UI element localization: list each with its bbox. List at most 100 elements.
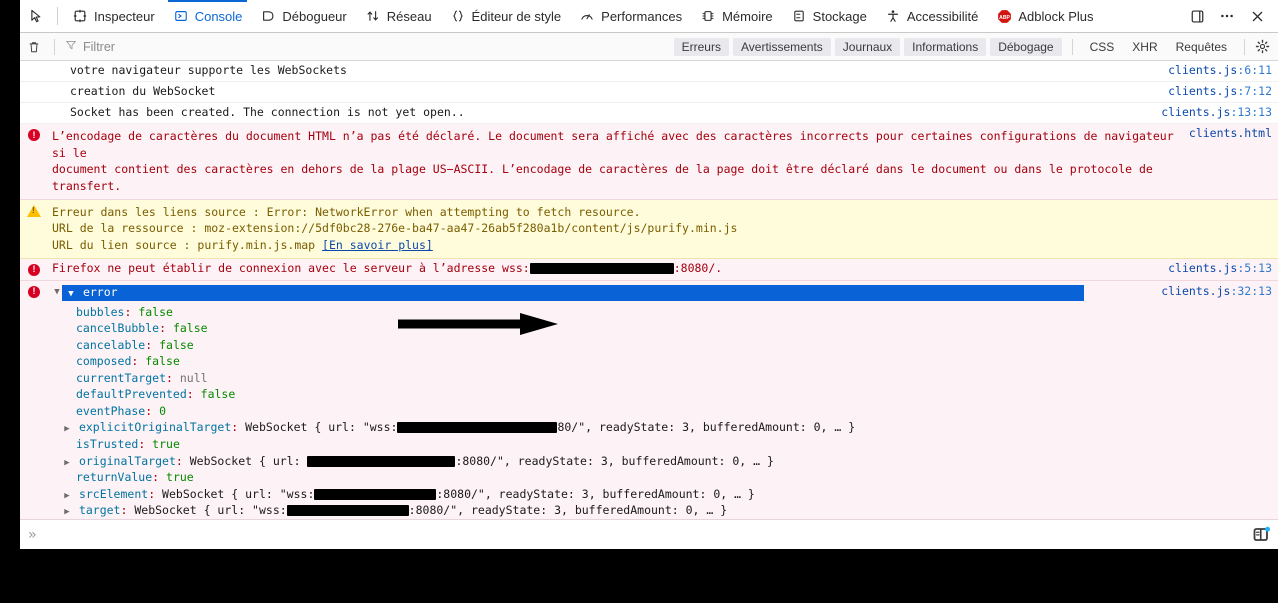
- tab-console[interactable]: Console: [164, 0, 252, 33]
- prompt-chevron-icon: »: [28, 526, 37, 543]
- tab-label: Réseau: [386, 8, 432, 24]
- tab-stockage[interactable]: Stockage: [782, 0, 876, 33]
- tab-accessibilite[interactable]: Accessibilité: [876, 0, 988, 33]
- property-name: composed: [76, 354, 132, 369]
- console-message: Firefox ne peut établir de connexion ave…: [48, 260, 1168, 275]
- gear-icon[interactable]: [1255, 39, 1272, 54]
- object-title-selected[interactable]: ▼ error: [62, 284, 1084, 302]
- filter-informations[interactable]: Informations: [904, 37, 987, 56]
- tab-memoire[interactable]: Mémoire: [691, 0, 782, 33]
- tab-editeur-de-style[interactable]: Éditeur de style: [441, 0, 571, 33]
- chevron-right-icon[interactable]: ▶: [62, 491, 72, 502]
- chevron-down-icon[interactable]: ▼: [52, 288, 62, 297]
- console-row-error-object[interactable]: ! ▼ ▼ error bubbles: false cancelBubble:…: [0, 280, 1278, 519]
- chevron-right-icon[interactable]: ▶: [62, 458, 72, 469]
- object-header[interactable]: ▼ ▼ error: [52, 284, 1161, 302]
- property-name: bubbles: [76, 304, 125, 319]
- message-text: Firefox ne peut établir de connexion ave…: [52, 260, 530, 275]
- source-link[interactable]: clients.js:5:13: [1168, 260, 1278, 275]
- filter-funnel-icon: [65, 38, 77, 56]
- property-row[interactable]: ▶ srcElement: WebSocket { url: "wss::808…: [62, 486, 1161, 503]
- filter-avertissements[interactable]: Avertissements: [732, 37, 831, 56]
- source-link[interactable]: clients.js:7:12: [1168, 85, 1278, 98]
- console-row-log[interactable]: creation du WebSocket clients.js:7:12: [0, 82, 1278, 103]
- property-value: true: [166, 470, 194, 485]
- console-row-error[interactable]: ! L’encodage de caractères du document H…: [0, 124, 1278, 200]
- learn-more-link[interactable]: [En savoir plus]: [322, 238, 433, 252]
- source-file: clients.html: [1188, 126, 1272, 140]
- property-name: eventPhase: [76, 403, 146, 418]
- property-value: false: [200, 387, 236, 402]
- source-file: clients.js: [1161, 283, 1231, 298]
- filter-erreurs[interactable]: Erreurs: [673, 37, 729, 56]
- console-row-log[interactable]: Socket has been created. The connection …: [0, 103, 1278, 124]
- tab-performances[interactable]: Performances: [570, 0, 691, 33]
- chevron-right-icon[interactable]: ▶: [62, 424, 72, 435]
- filterbar-divider-3: [1244, 38, 1245, 55]
- warning-icon: [27, 204, 41, 217]
- inspector-icon: [72, 8, 88, 24]
- console-message: votre navigateur supporte les WebSockets: [70, 63, 347, 77]
- console-output[interactable]: votre navigateur supporte les WebSockets…: [0, 61, 1278, 519]
- message-line: Erreur dans les liens source : Error: Ne…: [52, 204, 641, 219]
- filter-css[interactable]: CSS: [1083, 38, 1122, 56]
- trash-icon[interactable]: [20, 36, 48, 58]
- property-value: null: [179, 370, 208, 385]
- element-picker-icon[interactable]: [22, 4, 52, 28]
- style-editor-icon: [450, 8, 466, 24]
- tab-label: Performances: [601, 8, 683, 24]
- close-icon[interactable]: [1244, 4, 1270, 28]
- object-properties: bubbles: false cancelBubble: false cance…: [52, 301, 1161, 519]
- filter-journaux[interactable]: Journaux: [834, 37, 901, 56]
- source-link[interactable]: clients.js:6:11: [1168, 64, 1278, 77]
- tab-debogueur[interactable]: Débogueur: [251, 0, 355, 33]
- chevron-right-icon[interactable]: ▶: [62, 507, 72, 518]
- devtools-window: Inspecteur Console Débogueur Réseau Édit…: [0, 0, 1278, 549]
- row-icon-cell: [20, 65, 48, 66]
- source-line: :5:13: [1237, 260, 1272, 275]
- source-link[interactable]: clients.js:32:13: [1161, 285, 1278, 298]
- tab-adblock-plus[interactable]: ABP Adblock Plus: [987, 0, 1102, 33]
- message-text: URL du lien source : purify.min.js.map: [52, 238, 316, 253]
- filter-xhr[interactable]: XHR: [1125, 38, 1164, 56]
- property-value-suffix: :8080/", readyState: 3, bufferedAmount: …: [408, 503, 728, 518]
- console-icon: [173, 8, 189, 24]
- console-prompt-bar[interactable]: »: [0, 519, 1278, 549]
- tab-label: Mémoire: [722, 8, 773, 24]
- source-link[interactable]: clients.js:13:13: [1161, 106, 1278, 119]
- split-console-icon[interactable]: [1253, 526, 1278, 543]
- source-link[interactable]: clients.html: [1188, 126, 1278, 140]
- search-input[interactable]: Filtrer: [61, 36, 674, 58]
- property-value: 0: [159, 403, 167, 418]
- more-options-icon[interactable]: [1214, 4, 1240, 28]
- error-icon: !: [28, 129, 40, 141]
- property-value-suffix: 80/", readyState: 3, bufferedAmount: 0, …: [557, 420, 856, 435]
- tab-reseau[interactable]: Réseau: [356, 0, 441, 33]
- property-row[interactable]: ▶ originalTarget: WebSocket { url: :8080…: [62, 453, 1161, 470]
- property-name: currentTarget: [76, 370, 167, 385]
- message-line: L’encodage de caractères du document HTM…: [52, 129, 1174, 160]
- filter-debogage[interactable]: Débogage: [990, 37, 1062, 56]
- filter-requetes[interactable]: Requêtes: [1169, 38, 1234, 56]
- dock-to-side-icon[interactable]: [1184, 4, 1210, 28]
- console-row-warning[interactable]: Erreur dans les liens source : Error: Ne…: [0, 199, 1278, 259]
- tab-label: Accessibilité: [906, 8, 979, 24]
- tab-label: Débogueur: [282, 8, 347, 24]
- error-icon: !: [28, 263, 40, 276]
- console-message: creation du WebSocket: [70, 84, 216, 98]
- adblock-plus-icon: ABP: [996, 8, 1012, 24]
- property-row[interactable]: ▶ explicitOriginalTarget: WebSocket { ur…: [62, 420, 1161, 437]
- console-row-log[interactable]: votre navigateur supporte les WebSockets…: [0, 61, 1278, 82]
- property-row: eventPhase: 0: [76, 403, 167, 418]
- row-icon-cell: [20, 107, 48, 108]
- property-name: cancelable: [76, 337, 146, 352]
- tab-inspecteur[interactable]: Inspecteur: [63, 0, 164, 33]
- redaction-bar: [307, 455, 456, 467]
- console-filter-bar: Filtrer Erreurs Avertissements Journaux …: [0, 33, 1278, 61]
- row-icon-cell: !: [20, 285, 48, 298]
- console-row-error[interactable]: ! Firefox ne peut établir de connexion a…: [0, 258, 1278, 281]
- tab-label: Adblock Plus: [1018, 8, 1094, 24]
- debugger-icon: [260, 8, 276, 24]
- property-name: defaultPrevented: [76, 387, 187, 402]
- property-row[interactable]: ▶ target: WebSocket { url: "wss::8080/",…: [62, 503, 1161, 519]
